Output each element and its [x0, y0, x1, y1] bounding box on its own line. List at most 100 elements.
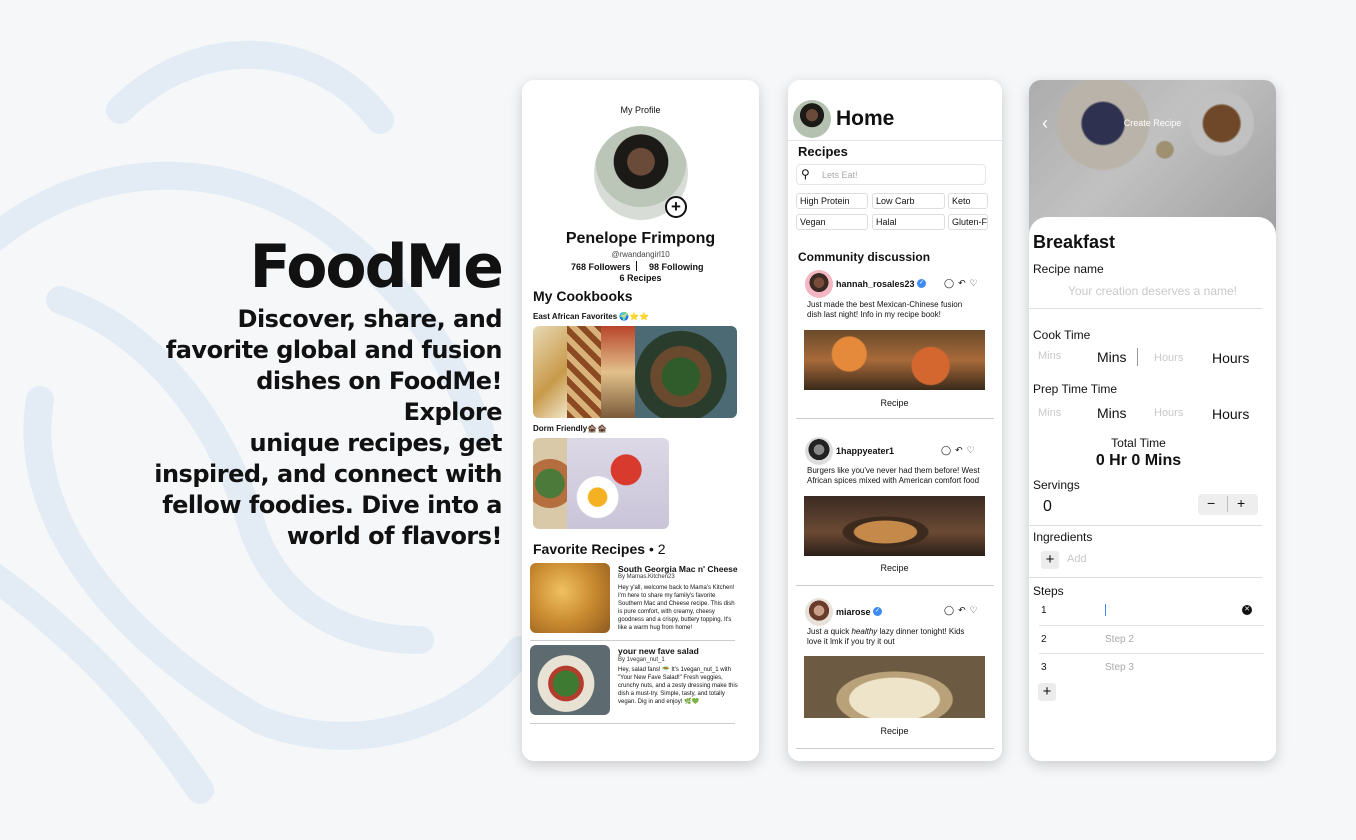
plus-icon[interactable]: +	[1237, 495, 1245, 511]
favorite-recipe-title[interactable]: South Georgia Mac n' Cheese	[618, 564, 748, 574]
heart-icon[interactable]: ♡	[970, 278, 982, 288]
comment-icon[interactable]: ◯	[944, 605, 958, 615]
community-heading: Community discussion	[798, 250, 931, 264]
recipe-link-button[interactable]: Recipe	[804, 726, 985, 736]
profile-handle: @rwandangirl10	[611, 250, 670, 259]
prep-hours-input[interactable]: Hours	[1154, 407, 1183, 419]
servings-stepper[interactable]: − +	[1198, 494, 1258, 515]
followers-count[interactable]: 768 Followers	[571, 262, 631, 272]
post-text: Just made the best Mexican-Chinese fusio…	[807, 300, 963, 319]
favorite-recipe-desc: Hey y'all, welcome back to Mama's Kitche…	[618, 585, 735, 631]
hero-section: FoodMe Discover, share, and favorite glo…	[150, 232, 504, 552]
post-username[interactable]: hannah_rosales23	[836, 279, 915, 289]
text-cursor	[1105, 604, 1106, 616]
search-icon: ⚲	[801, 167, 810, 181]
divider	[1029, 525, 1262, 526]
cookbook-title: Dorm Friendly🏚️🏚️	[533, 424, 608, 433]
tagline-line: inspired, and connect with	[154, 460, 502, 488]
heart-icon[interactable]: ♡	[970, 605, 982, 615]
cook-hours-input[interactable]: Hours	[1154, 352, 1183, 364]
post-image[interactable]	[804, 496, 985, 556]
recipe-link-button[interactable]: Recipe	[804, 563, 985, 573]
post-image[interactable]	[804, 656, 985, 718]
reply-icon[interactable]: ↶	[958, 605, 970, 615]
user-avatar[interactable]	[805, 598, 833, 626]
food-image	[567, 326, 601, 418]
divider	[1029, 577, 1262, 578]
steps-label: Steps	[1033, 584, 1064, 598]
post-image[interactable]	[804, 330, 985, 390]
divider	[1227, 496, 1228, 512]
add-ingredient-button[interactable]: +	[1041, 551, 1059, 569]
reply-icon[interactable]: ↶	[955, 445, 967, 455]
search-bar[interactable]: ⚲ Lets Eat!	[796, 164, 986, 185]
create-recipe-screen: ‹ Create Recipe Breakfast Recipe name Yo…	[1029, 80, 1276, 761]
divider	[796, 418, 994, 419]
cookbook-cover-dorm-friendly[interactable]	[533, 438, 669, 529]
post-text-part: Just a quick	[807, 627, 852, 636]
servings-value: 0	[1043, 498, 1052, 515]
cookbook-cover-east-african[interactable]	[533, 326, 737, 418]
app-title: FoodMe	[249, 232, 504, 302]
food-image	[533, 438, 567, 529]
post-username[interactable]: 1happyeater1	[836, 446, 894, 456]
image-overlay	[1029, 80, 1276, 235]
user-avatar[interactable]	[805, 437, 833, 465]
tagline-line: world of flavors!	[286, 522, 503, 550]
food-image	[635, 326, 737, 418]
divider	[788, 140, 1002, 141]
cook-mins-input[interactable]: Mins	[1038, 350, 1061, 362]
post-actions: ◯↶♡	[944, 605, 982, 616]
favorite-recipe-author[interactable]: By Mamas.Kitchen23	[618, 574, 675, 580]
following-count[interactable]: 98 Following	[649, 262, 704, 272]
favorites-heading: Favorite Recipes • 2	[533, 541, 666, 557]
ingredient-input[interactable]: Add	[1067, 553, 1087, 565]
favorite-recipe-author[interactable]: By 1vegan_nut_1	[618, 657, 665, 663]
reply-icon[interactable]: ↶	[958, 278, 970, 288]
tagline-line: dishes on FoodMe! Explore	[256, 367, 502, 426]
divider	[636, 261, 637, 271]
comment-icon[interactable]: ◯	[944, 278, 958, 288]
total-time-value: 0 Hr 0 Mins	[1095, 452, 1182, 469]
minus-icon[interactable]: −	[1207, 495, 1215, 511]
cookbook-title: East African Favorites 🌍⭐⭐	[533, 312, 650, 321]
filter-chip-halal[interactable]: Halal	[872, 214, 945, 230]
post-username[interactable]: miarose	[836, 607, 871, 617]
user-avatar[interactable]	[805, 270, 833, 298]
comment-icon[interactable]: ◯	[941, 445, 955, 455]
filter-chip-low-carb[interactable]: Low Carb	[872, 193, 945, 209]
tagline-line: fellow foodies. Dive into a	[162, 491, 502, 519]
divider	[530, 640, 735, 641]
favorite-recipe-title[interactable]: your new fave salad	[618, 646, 699, 656]
total-time-label: Total Time	[1111, 436, 1166, 450]
recipe-link-button[interactable]: Recipe	[804, 398, 985, 408]
user-avatar[interactable]	[793, 100, 831, 138]
mac-cheese-image[interactable]	[530, 563, 610, 633]
post-text: Just a quick healthy lazy dinner tonight…	[807, 627, 972, 647]
tagline-line: Discover, share, and	[237, 305, 503, 333]
search-input[interactable]: Lets Eat!	[822, 170, 858, 180]
step-input[interactable]: Step 3	[1105, 662, 1134, 673]
add-step-button[interactable]: +	[1038, 683, 1056, 701]
heart-icon[interactable]: ♡	[967, 445, 979, 455]
step-number: 3	[1041, 662, 1047, 673]
salad-image[interactable]	[530, 645, 610, 715]
step-input[interactable]: Step 2	[1105, 634, 1134, 645]
clear-step-icon[interactable]: ✕	[1242, 605, 1252, 615]
filter-chip-vegan[interactable]: Vegan	[796, 214, 868, 230]
food-image	[567, 438, 669, 529]
post-text-emphasis: healthy	[851, 627, 878, 636]
ingredients-label: Ingredients	[1033, 530, 1093, 544]
recipe-name-input[interactable]: Your creation deserves a name!	[1029, 284, 1276, 298]
profile-screen: My Profile + Penelope Frimpong @rwandang…	[522, 80, 759, 761]
post-actions: ◯↶♡	[944, 278, 982, 289]
prep-time-label: Prep Time Time	[1033, 382, 1118, 396]
screen-title: My Profile	[620, 105, 661, 115]
prep-mins-input[interactable]: Mins	[1038, 407, 1061, 419]
plus-circle-icon[interactable]: +	[665, 196, 687, 218]
profile-name: Penelope Frimpong	[565, 230, 716, 247]
filter-chip-keto[interactable]: Keto	[948, 193, 988, 209]
recipes-heading: Recipes	[798, 144, 848, 159]
filter-chip-high-protein[interactable]: High Protein	[796, 193, 868, 209]
filter-chip-gluten-free[interactable]: Gluten-F	[948, 214, 988, 230]
